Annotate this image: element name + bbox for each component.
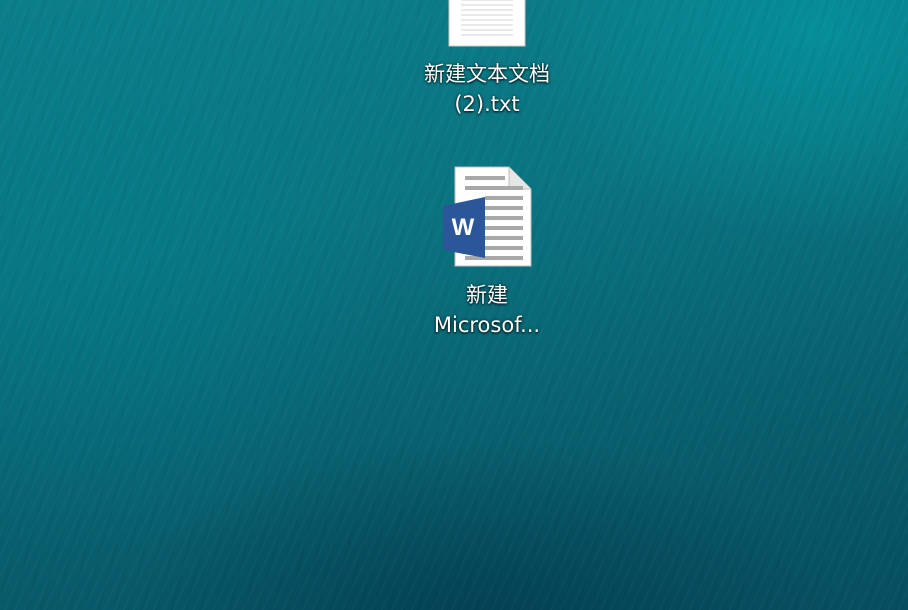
desktop-icon-text-file[interactable]: 新建文本文档 (2).txt xyxy=(417,0,557,119)
desktop-icon-label: 新建文本文档 (2).txt xyxy=(424,59,550,119)
desktop-icon-label: 新建 Microsof... xyxy=(434,280,540,340)
desktop-icon-word-file[interactable]: W 新建 Microsof... xyxy=(417,166,557,340)
icon-label-line-2: Microsof... xyxy=(433,313,541,337)
desktop[interactable]: 新建文本文档 (2).txt W 新建 Microsof... xyxy=(0,0,908,610)
icon-label-line-2: (2).txt xyxy=(454,92,520,116)
word-badge-letter: W xyxy=(452,214,475,241)
text-document-icon xyxy=(448,0,526,47)
icon-label-line-1: 新建 xyxy=(465,283,508,307)
icon-label-line-1: 新建文本文档 xyxy=(424,62,550,86)
word-document-icon: W xyxy=(443,166,532,267)
